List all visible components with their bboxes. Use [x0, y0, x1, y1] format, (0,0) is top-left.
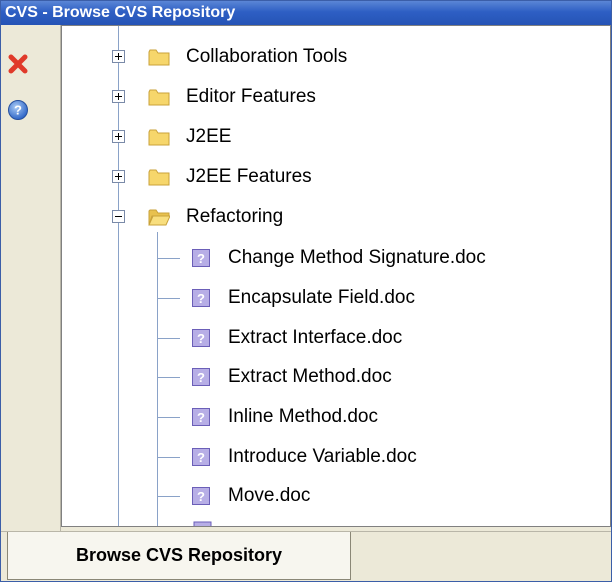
tree-folder-refactoring[interactable]: Refactoring — [62, 200, 610, 234]
svg-text:?: ? — [197, 331, 205, 346]
side-toolbar: ? — [1, 25, 61, 531]
svg-text:?: ? — [197, 489, 205, 504]
expand-icon[interactable] — [112, 50, 126, 64]
folder-icon — [148, 169, 170, 186]
unknown-file-icon: ? — [192, 368, 210, 386]
file-label: Move.doc — [228, 485, 311, 506]
tree-folder-j2ee[interactable]: J2EE — [62, 120, 610, 154]
unknown-file-icon: ? — [192, 289, 210, 307]
tree-folder-j2ee-features[interactable]: J2EE Features — [62, 160, 610, 194]
svg-text:?: ? — [197, 251, 205, 266]
repository-tree[interactable]: Collaboration Tools Editor Features J2EE — [61, 25, 611, 527]
folder-label: J2EE — [186, 126, 232, 147]
expand-icon[interactable] — [112, 170, 126, 184]
tree-folder-collaboration-tools[interactable]: Collaboration Tools — [62, 40, 610, 74]
folder-icon — [148, 89, 170, 106]
open-folder-icon — [148, 209, 170, 226]
file-label: Extract Method.doc — [228, 366, 392, 387]
tab-browse-cvs-repository[interactable]: Browse CVS Repository — [7, 532, 351, 580]
folder-label: Editor Features — [186, 86, 316, 107]
unknown-file-icon: ? — [192, 408, 210, 426]
close-icon[interactable] — [7, 53, 29, 75]
svg-text:?: ? — [197, 291, 205, 306]
svg-text:?: ? — [14, 103, 22, 118]
folder-icon — [148, 129, 170, 146]
unknown-file-icon: ? — [192, 329, 210, 347]
svg-text:?: ? — [197, 410, 205, 425]
collapse-icon[interactable] — [112, 210, 126, 224]
file-label: Extract Interface.doc — [228, 327, 403, 348]
expand-icon[interactable] — [112, 90, 126, 104]
tree-file-move[interactable]: ? Move.doc — [62, 479, 610, 513]
svg-text:?: ? — [197, 370, 205, 385]
folder-icon — [148, 49, 170, 66]
unknown-file-icon: ? — [192, 487, 210, 505]
folder-label: Collaboration Tools — [186, 46, 348, 67]
folder-label: Refactoring — [186, 206, 284, 227]
file-label: Inline Method.doc — [228, 406, 378, 427]
tree-folder-editor-features[interactable]: Editor Features — [62, 80, 610, 114]
expand-icon[interactable] — [112, 130, 126, 144]
cvs-window: CVS - Browse CVS Repository ? Collaborat… — [0, 0, 612, 582]
tree-file-change-method-signature[interactable]: ? Change Method Signature.doc — [62, 241, 610, 275]
tree-file-extract-interface[interactable]: ? Extract Interface.doc — [62, 321, 610, 355]
tab-bar: Browse CVS Repository — [1, 531, 611, 581]
file-label: Encapsulate Field.doc — [228, 287, 415, 308]
file-label: Introduce Variable.doc — [228, 446, 417, 467]
svg-text:?: ? — [197, 450, 205, 465]
unknown-file-icon: ? — [192, 448, 210, 466]
tree-file-inline-method[interactable]: ? Inline Method.doc — [62, 400, 610, 434]
tree-file-extract-method[interactable]: ? Extract Method.doc — [62, 360, 610, 394]
window-title[interactable]: CVS - Browse CVS Repository — [1, 1, 611, 25]
file-label: Change Method Signature.doc — [228, 247, 486, 268]
tree-file-introduce-variable[interactable]: ? Introduce Variable.doc — [62, 440, 610, 474]
tree-file-encapsulate-field[interactable]: ? Encapsulate Field.doc — [62, 281, 610, 315]
folder-label: J2EE Features — [186, 166, 312, 187]
unknown-file-icon: ? — [192, 249, 210, 267]
help-icon[interactable]: ? — [7, 99, 29, 121]
